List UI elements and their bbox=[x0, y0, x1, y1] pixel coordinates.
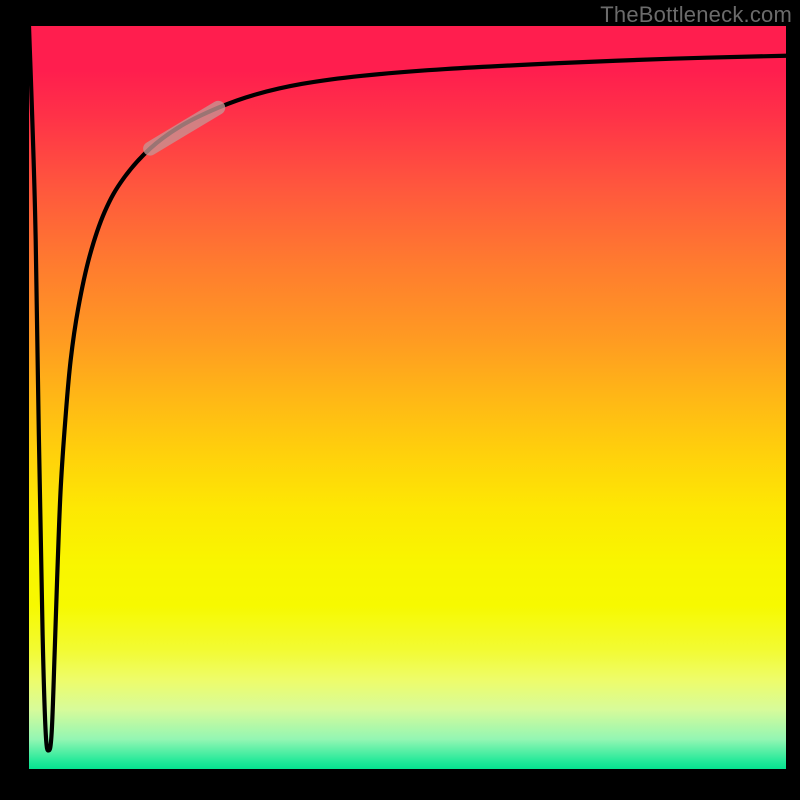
chart-container: TheBottleneck.com bbox=[0, 0, 800, 800]
attribution-label: TheBottleneck.com bbox=[600, 2, 792, 28]
plot-gradient-background bbox=[29, 26, 786, 769]
